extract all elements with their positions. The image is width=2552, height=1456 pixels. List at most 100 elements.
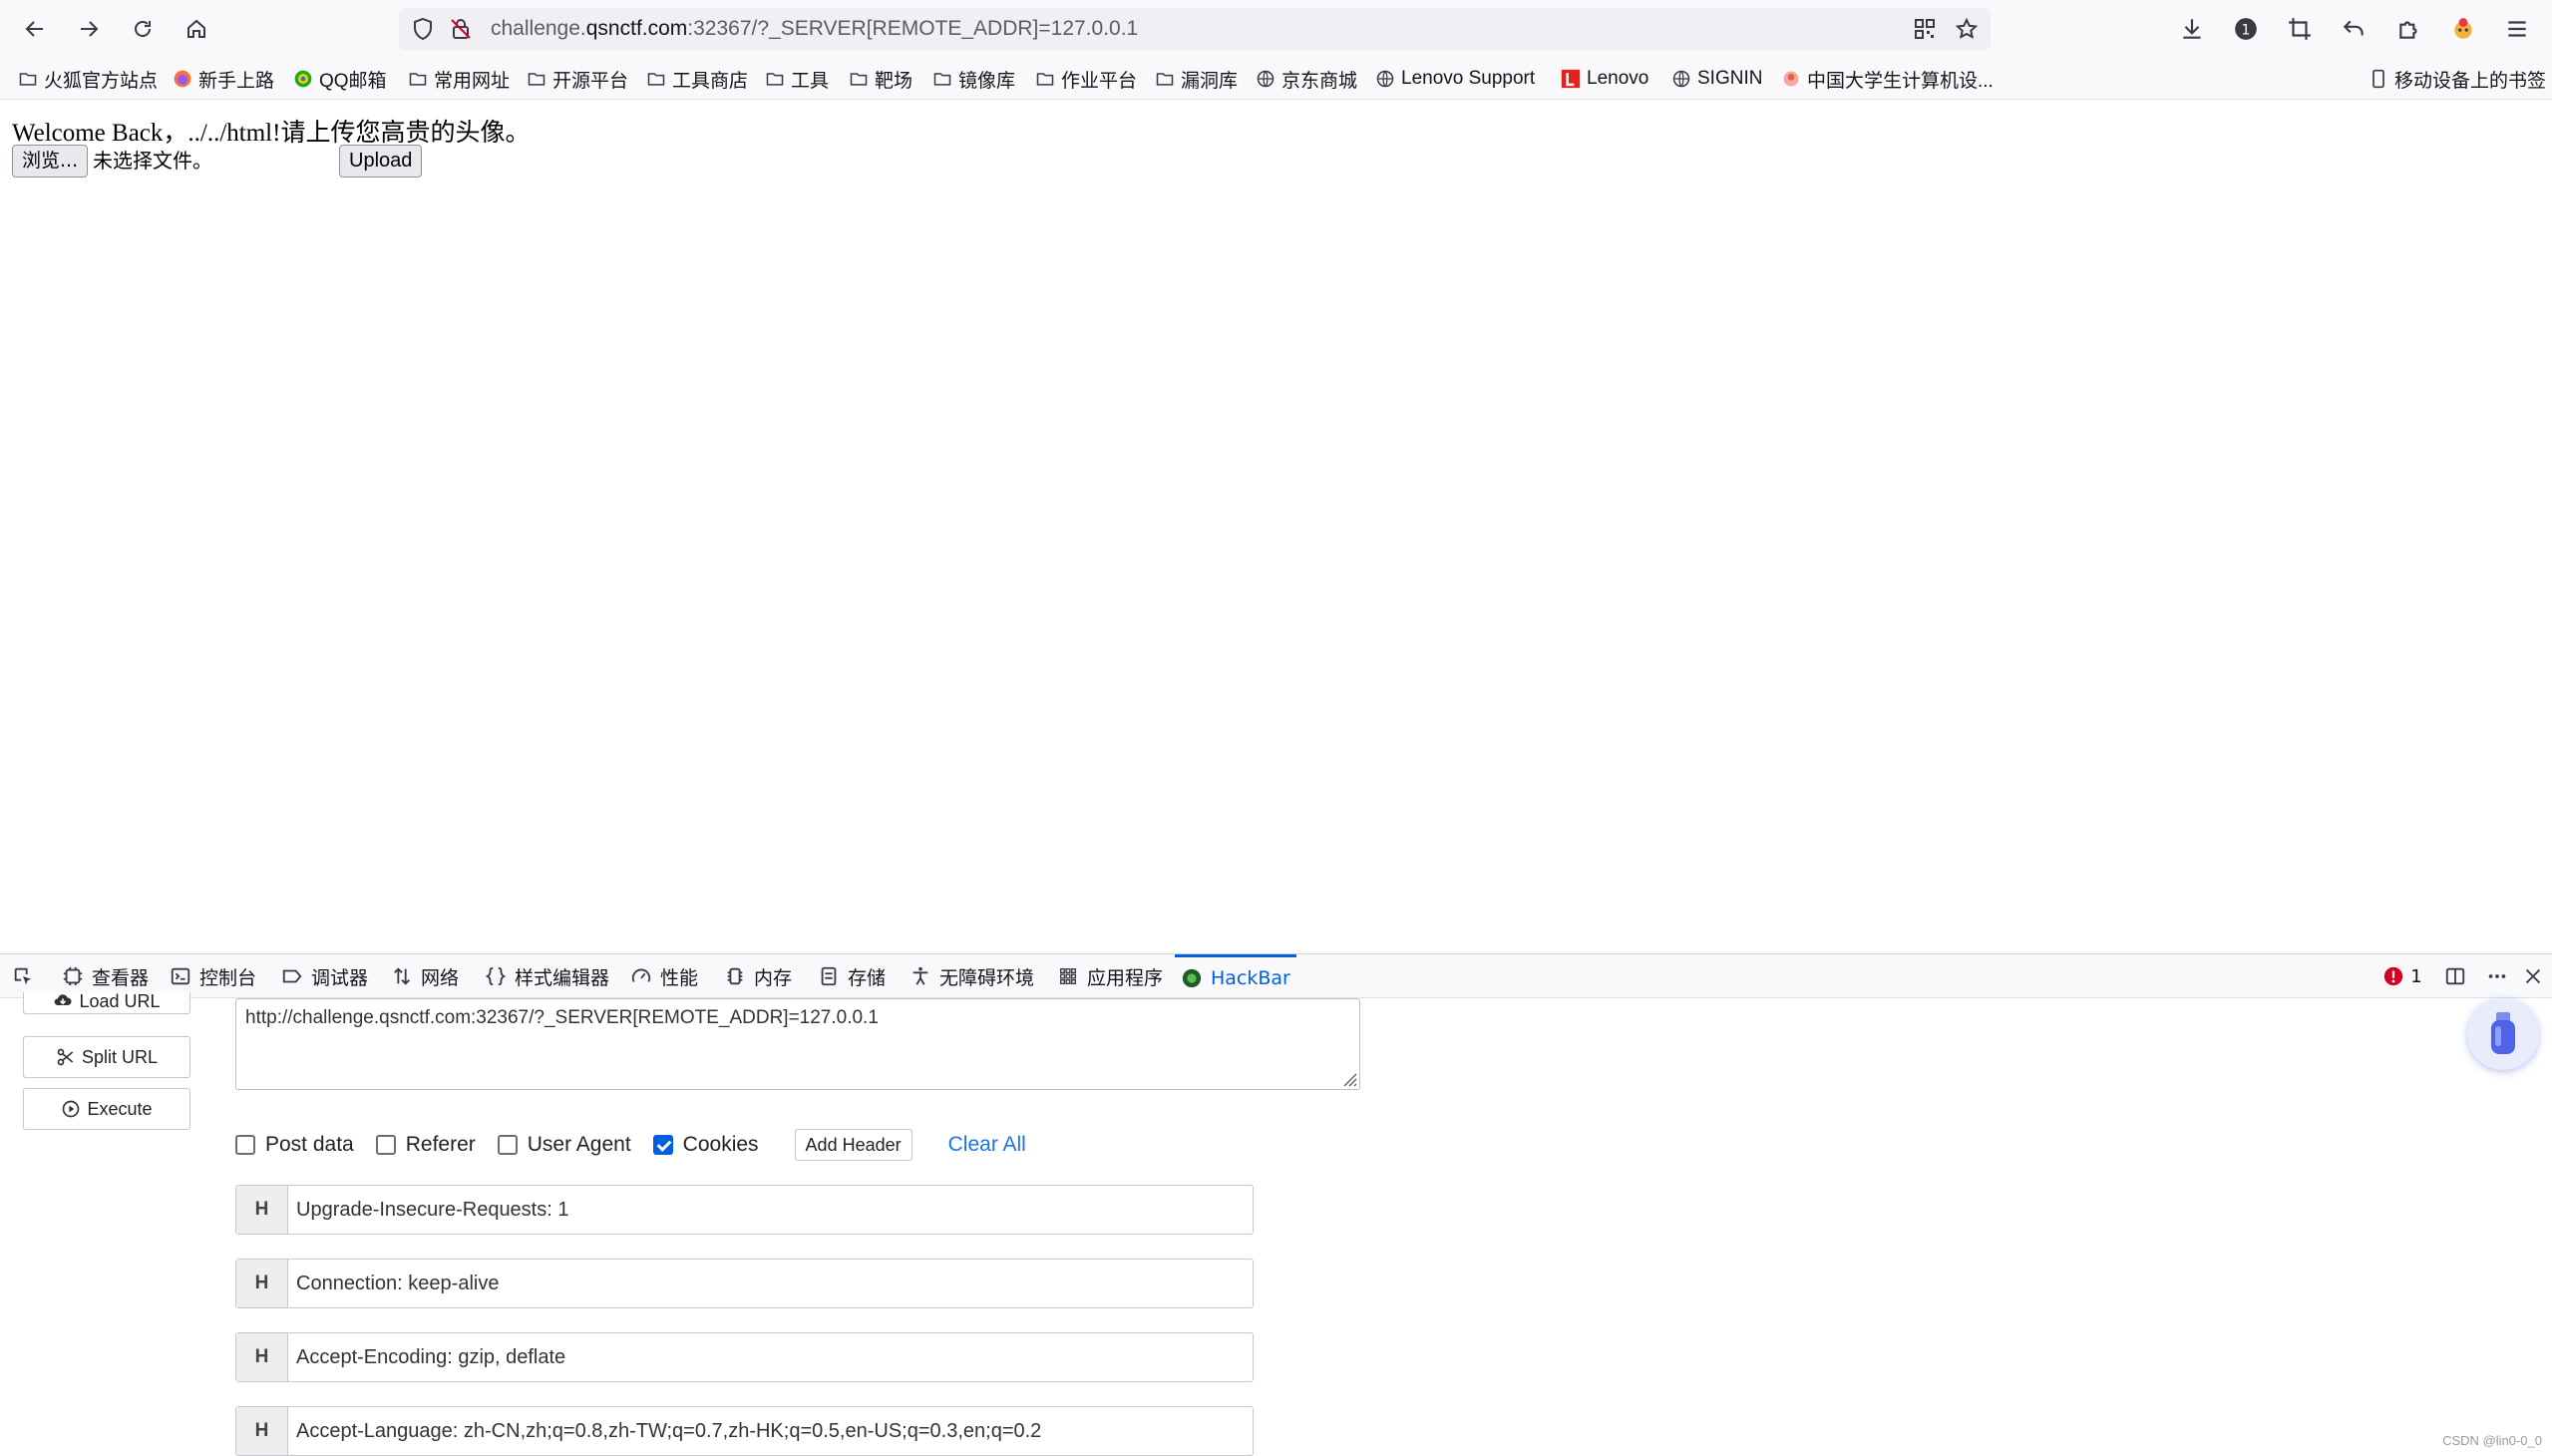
devtools-close-button[interactable] [2515,954,2551,998]
devtools-panel: 查看器 控制台 调试器 网络 样式编辑器 性能 内存 存储 无障碍环境 应用程序… [0,953,2552,1456]
folder-icon [19,73,37,86]
debugger-icon [282,969,302,983]
braces-icon [485,966,507,986]
password-manager-icon: 1 [2235,18,2257,40]
upload-button[interactable]: Upload [339,145,423,178]
floating-assistant-button[interactable] [2467,998,2539,1070]
password-extension-button[interactable]: 1 [2226,9,2266,49]
resize-grip-icon[interactable] [1339,1069,1357,1087]
post-data-checkbox[interactable] [235,1135,255,1155]
bookmark-folder[interactable]: 火狐官方站点 [18,58,158,100]
globe-icon [1257,70,1275,88]
load-url-button[interactable]: Load URL [23,991,190,1014]
header-h-label: H [236,1333,288,1381]
devtools-more-button[interactable] [2477,954,2517,998]
bookmark-link[interactable]: SIGNIN [1671,58,1762,100]
undo-arrow-icon [2343,20,2364,36]
header-h-label: H [236,1260,288,1307]
url-text[interactable]: challenge.qsnctf.com:32367/?_SERVER[REMO… [491,8,1138,50]
downloads-button[interactable] [2172,9,2212,49]
add-header-button[interactable]: Add Header [794,1129,912,1161]
reload-button[interactable] [122,8,164,50]
extensions-button[interactable] [2389,9,2429,49]
qrcode-icon[interactable] [1913,17,1937,41]
referer-option[interactable]: Referer [375,1133,476,1157]
header-value-input[interactable]: Accept-Language: zh-CN,zh;q=0.8,zh-TW;q=… [288,1407,1253,1455]
bookmark-folder[interactable]: 开源平台 [527,58,628,100]
bookmark-link[interactable]: 中国大学生计算机设... [1781,58,1994,100]
mobile-device-icon [2372,69,2384,89]
bookmark-link[interactable]: 京东商城 [1256,58,1357,100]
bookmark-folder[interactable]: 漏洞库 [1155,58,1238,100]
bookmark-folder[interactable]: 常用网址 [408,58,510,100]
split-url-button[interactable]: Split URL [23,1036,190,1078]
tab-debugger[interactable]: 调试器 [281,954,368,998]
bookmark-folder[interactable]: 工具商店 [646,58,748,100]
screenshot-button[interactable] [2280,9,2320,49]
user-agent-checkbox[interactable] [497,1135,518,1155]
firefox-icon [174,70,191,88]
cookies-checkbox[interactable] [652,1135,673,1155]
avatar-icon [2454,18,2472,39]
inspector-icon [63,966,83,986]
header-h-label: H [236,1186,288,1234]
bookmark-folder[interactable]: 工具 [765,58,829,100]
memory-chip-icon [727,967,743,985]
tab-style-editor[interactable]: 样式编辑器 [485,954,609,998]
tab-storage[interactable]: 存储 [818,954,886,998]
bookmark-folder[interactable]: 作业平台 [1035,58,1137,100]
welcome-message: Welcome Back，../../html!请上传您高贵的头像。 [12,120,531,147]
bookmark-link[interactable]: QQ邮箱 [293,58,387,100]
insecure-lock-icon[interactable] [449,17,473,41]
dock-toggle-button[interactable] [2435,954,2475,998]
tab-hackbar[interactable]: HackBar [1175,954,1296,998]
bookmark-folder[interactable]: 靶场 [849,58,912,100]
back-button[interactable] [14,8,56,50]
gauge-icon [631,968,651,982]
bookmark-link[interactable]: Lenovo [1561,58,1648,100]
browser-toolbar: challenge.qsnctf.com:32367/?_SERVER[REMO… [0,0,2552,58]
tab-application[interactable]: 应用程序 [1057,954,1163,998]
tab-accessibility[interactable]: 无障碍环境 [910,954,1034,998]
header-row: H Connection: keep-alive [235,1259,1254,1308]
usb-drive-icon [2491,1012,2515,1054]
bookmark-folder[interactable]: 镜像库 [932,58,1015,100]
bookmark-link[interactable]: 新手上路 [173,58,274,100]
folder-icon [1156,73,1174,86]
home-button[interactable] [176,8,217,50]
cookies-option[interactable]: Cookies [652,1133,759,1157]
tab-performance[interactable]: 性能 [630,954,698,998]
execute-button[interactable]: Execute [23,1088,190,1130]
qq-mail-icon [294,70,312,88]
forward-button[interactable] [68,8,110,50]
bookmark-link[interactable]: Lenovo Support [1375,58,1535,100]
folder-icon [409,73,427,86]
star-bookmark-icon[interactable] [1955,17,1979,41]
header-value-input[interactable]: Connection: keep-alive [288,1260,1253,1307]
play-circle-icon [63,1100,80,1118]
header-row: H Accept-Encoding: gzip, deflate [235,1332,1254,1382]
user-agent-option[interactable]: User Agent [497,1133,631,1157]
file-browse-button[interactable]: 浏览... [12,145,89,178]
mobile-bookmarks[interactable]: 移动设备上的书签 [2369,58,2546,100]
header-value-input[interactable]: Accept-Encoding: gzip, deflate [288,1333,1253,1381]
header-value-input[interactable]: Upgrade-Insecure-Requests: 1 [288,1186,1253,1234]
post-data-option[interactable]: Post data [235,1133,354,1157]
clear-all-link[interactable]: Clear All [948,1133,1026,1157]
hackbar-options: Post data Referer User Agent Cookies Add… [235,1128,1026,1162]
tab-network[interactable]: 网络 [391,954,459,998]
hackbar-url-input[interactable]: http://challenge.qsnctf.com:32367/?_SERV… [235,998,1360,1090]
error-indicator[interactable]: 1 [2377,954,2427,998]
url-bar[interactable]: challenge.qsnctf.com:32367/?_SERVER[REMO… [399,8,1991,50]
forward-arrow-icon [81,21,99,37]
app-menu-button[interactable] [2497,9,2537,49]
dock-side-icon [2445,967,2465,985]
tab-memory[interactable]: 内存 [724,954,792,998]
shield-icon[interactable] [411,17,435,41]
undo-button[interactable] [2334,9,2373,49]
page-content: Welcome Back，../../html!请上传您高贵的头像。 浏览...… [0,101,2552,953]
folder-icon [850,73,868,86]
referer-checkbox[interactable] [375,1135,396,1155]
account-button[interactable] [2443,9,2483,49]
console-icon [171,967,190,985]
